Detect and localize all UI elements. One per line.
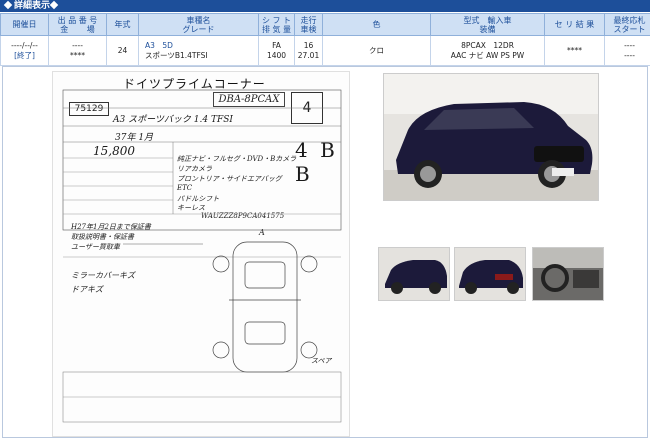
header-color: 色 [322, 13, 431, 36]
header-date: 開催日 [0, 13, 49, 36]
header-year: 年式 [106, 13, 139, 36]
cell-lot: ---- **** [48, 35, 107, 66]
cell-color: クロ [322, 35, 431, 66]
header-type: 型式 輸入車 装備 [430, 13, 545, 36]
car-diagram [212, 241, 318, 373]
type-code: 8PCAX 12DR [461, 40, 514, 50]
diamond-icon [3, 0, 13, 10]
lot-number: ---- [72, 40, 83, 50]
thumbnail-photo[interactable] [378, 247, 450, 301]
rear-right-photo-icon [455, 248, 525, 300]
header-row: 開催日 出 品 番 号金 場 年式 車種名 グレード シ フ ト排 気 量 走行車… [0, 13, 650, 36]
cell-mileage: 16 27.01 [294, 35, 323, 66]
cell-model: A3 5D スポーツB1.4TFSI [138, 35, 259, 66]
cell-bid: ---- ---- [604, 35, 650, 66]
thumbnail-photo[interactable] [532, 247, 604, 301]
status-label[interactable]: [終了] [3, 51, 46, 61]
cell-shift: FA 1400 [258, 35, 295, 66]
equipment: AAC ナビ AW PS PW [450, 50, 525, 60]
grade-name: スポーツB1.4TFSI [145, 50, 208, 60]
interior-photo-icon [533, 248, 603, 300]
auction-sheet[interactable]: ドイツプライムコーナー 75129 DBA-8PCAX 4 A3 スポーツバック… [52, 71, 350, 437]
cell-result: **** [544, 35, 605, 66]
detail-title: 詳細表示 [14, 1, 51, 11]
last-bid: ---- [624, 40, 635, 50]
sheet-lines [62, 89, 342, 423]
diamond-icon [49, 0, 59, 10]
model-name: A3 5D [145, 40, 173, 50]
mileage-value: 16 [303, 40, 314, 50]
start-price: ---- [624, 50, 635, 60]
thumbnail-photo[interactable] [454, 247, 526, 301]
cell-date: ----/--/-- [終了] [0, 35, 49, 66]
venue: **** [70, 50, 85, 60]
rear-photo-icon [379, 248, 449, 300]
header-result: セ リ 結 果 [544, 13, 605, 36]
cell-year: 24 [106, 35, 139, 66]
header-model: 車種名 グレード [138, 13, 259, 36]
inspection-value: 27.01 [297, 50, 320, 60]
detail-title-bar: 詳細表示 [0, 0, 650, 12]
main-photo-icon [384, 74, 598, 200]
header-shift: シ フ ト排 気 量 [258, 13, 295, 36]
header-bid: 最終応札 スタート [604, 13, 650, 36]
main-photo[interactable] [383, 73, 599, 201]
header-mileage: 走行 車検 [294, 13, 323, 36]
auction-date: ----/--/-- [11, 40, 38, 50]
header-lot: 出 品 番 号金 場 [48, 13, 107, 36]
table-row: ----/--/-- [終了] ---- **** 24 A3 5D スポーツB… [0, 35, 650, 66]
shift-value: FA [272, 40, 281, 50]
displacement-value: 1400 [266, 50, 287, 60]
cell-type: 8PCAX 12DR AAC ナビ AW PS PW [430, 35, 545, 66]
vehicle-info-table: 開催日 出 品 番 号金 場 年式 車種名 グレード シ フ ト排 気 量 走行車… [0, 13, 650, 66]
